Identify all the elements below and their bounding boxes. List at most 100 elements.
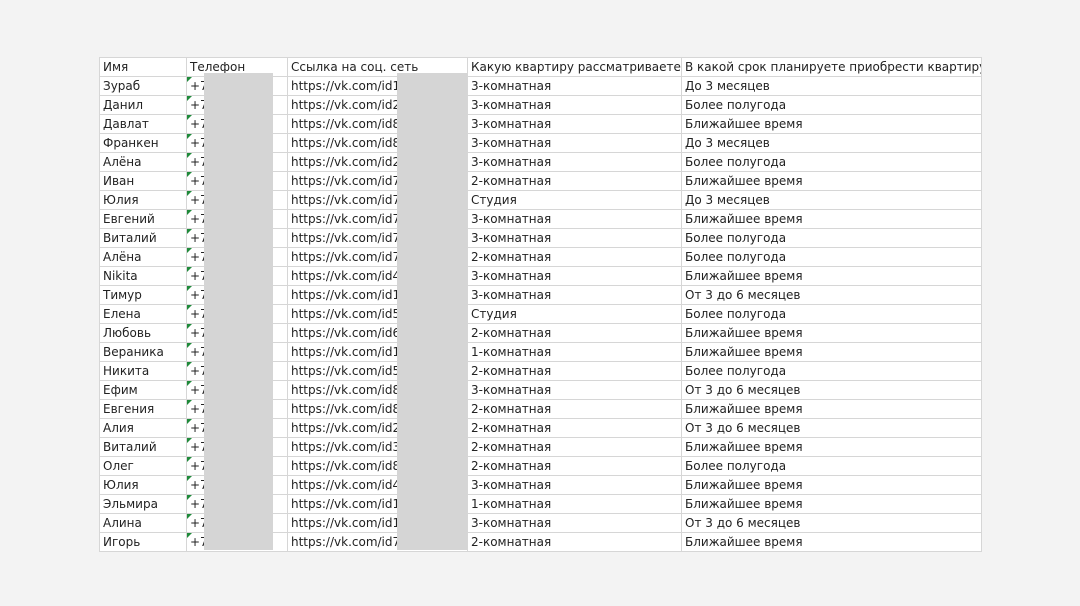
cell-apartment-type[interactable]: 2-комнатная bbox=[467, 418, 682, 438]
header-cell-name[interactable]: Имя bbox=[99, 57, 187, 77]
number-as-text-marker-icon bbox=[187, 476, 192, 481]
cell-apartment-type[interactable]: 3-комнатная bbox=[467, 133, 682, 153]
cell-apartment-type[interactable]: 3-комнатная bbox=[467, 513, 682, 533]
cell-apartment-type[interactable]: 3-комнатная bbox=[467, 380, 682, 400]
cell-purchase-timeframe[interactable]: Более полугода bbox=[681, 247, 982, 267]
cell-apartment-type[interactable]: 1-комнатная bbox=[467, 342, 682, 362]
cell-text: Елена bbox=[103, 307, 141, 321]
cell-name[interactable]: Виталий bbox=[99, 228, 187, 248]
cell-name[interactable]: Олег bbox=[99, 456, 187, 476]
cell-purchase-timeframe[interactable]: Ближайшее время bbox=[681, 342, 982, 362]
cell-purchase-timeframe[interactable]: Ближайшее время bbox=[681, 171, 982, 191]
cell-name[interactable]: Игорь bbox=[99, 532, 187, 552]
cell-name[interactable]: Юлия bbox=[99, 475, 187, 495]
cell-apartment-type[interactable]: 3-комнатная bbox=[467, 475, 682, 495]
cell-purchase-timeframe[interactable]: Более полугода bbox=[681, 152, 982, 172]
cell-text: Евгений bbox=[103, 212, 155, 226]
cell-purchase-timeframe[interactable]: От 3 до 6 месяцев bbox=[681, 513, 982, 533]
cell-apartment-type[interactable]: 2-комнатная bbox=[467, 399, 682, 419]
header-cell-purchase-timeframe[interactable]: В какой срок планируете приобрести кварт… bbox=[681, 57, 982, 77]
cell-name[interactable]: Зураб bbox=[99, 76, 187, 96]
cell-text: 3-комнатная bbox=[471, 269, 552, 283]
cell-name[interactable]: Елена bbox=[99, 304, 187, 324]
cell-text: От 3 до 6 месяцев bbox=[685, 516, 801, 530]
cell-apartment-type[interactable]: 3-комнатная bbox=[467, 285, 682, 305]
number-as-text-marker-icon bbox=[187, 77, 192, 82]
cell-name[interactable]: Вераника bbox=[99, 342, 187, 362]
cell-purchase-timeframe[interactable]: Ближайшее время bbox=[681, 494, 982, 514]
cell-name[interactable]: Алёна bbox=[99, 247, 187, 267]
number-as-text-marker-icon bbox=[187, 362, 192, 367]
cell-purchase-timeframe[interactable]: Более полугода bbox=[681, 361, 982, 381]
cell-purchase-timeframe[interactable]: Ближайшее время bbox=[681, 209, 982, 229]
cell-purchase-timeframe[interactable]: Ближайшее время bbox=[681, 437, 982, 457]
cell-text: https://vk.com/id7 bbox=[291, 193, 401, 207]
cell-name[interactable]: Никита bbox=[99, 361, 187, 381]
cell-purchase-timeframe[interactable]: Ближайшее время bbox=[681, 532, 982, 552]
cell-text: Алия bbox=[103, 421, 134, 435]
cell-purchase-timeframe[interactable]: Более полугода bbox=[681, 95, 982, 115]
cell-purchase-timeframe[interactable]: От 3 до 6 месяцев bbox=[681, 380, 982, 400]
cell-name[interactable]: Алия bbox=[99, 418, 187, 438]
cell-purchase-timeframe[interactable]: Более полугода bbox=[681, 304, 982, 324]
cell-apartment-type[interactable]: 3-комнатная bbox=[467, 266, 682, 286]
cell-name[interactable]: Евгения bbox=[99, 399, 187, 419]
cell-name[interactable]: Евгений bbox=[99, 209, 187, 229]
cell-name[interactable]: Ефим bbox=[99, 380, 187, 400]
cell-apartment-type[interactable]: 3-комнатная bbox=[467, 209, 682, 229]
cell-apartment-type[interactable]: 2-комнатная bbox=[467, 456, 682, 476]
cell-text: 3-комнатная bbox=[471, 383, 552, 397]
cell-name[interactable]: Любовь bbox=[99, 323, 187, 343]
cell-name[interactable]: Виталий bbox=[99, 437, 187, 457]
header-cell-apartment-type[interactable]: Какую квартиру рассматриваете? bbox=[467, 57, 682, 77]
cell-apartment-type[interactable]: 2-комнатная bbox=[467, 247, 682, 267]
cell-purchase-timeframe[interactable]: Ближайшее время bbox=[681, 475, 982, 495]
cell-name[interactable]: Алёна bbox=[99, 152, 187, 172]
cell-name[interactable]: Франкен bbox=[99, 133, 187, 153]
cell-purchase-timeframe[interactable]: От 3 до 6 месяцев bbox=[681, 418, 982, 438]
cell-purchase-timeframe[interactable]: До 3 месяцев bbox=[681, 190, 982, 210]
cell-purchase-timeframe[interactable]: Более полугода bbox=[681, 228, 982, 248]
cell-name[interactable]: Тимур bbox=[99, 285, 187, 305]
cell-apartment-type[interactable]: 2-комнатная bbox=[467, 323, 682, 343]
cell-apartment-type[interactable]: Студия bbox=[467, 190, 682, 210]
cell-name[interactable]: Иван bbox=[99, 171, 187, 191]
cell-purchase-timeframe[interactable]: Ближайшее время bbox=[681, 399, 982, 419]
cell-text: Ближайшее время bbox=[685, 535, 803, 549]
cell-name[interactable]: Алина bbox=[99, 513, 187, 533]
cell-apartment-type[interactable]: 2-комнатная bbox=[467, 532, 682, 552]
cell-apartment-type[interactable]: 2-комнатная bbox=[467, 171, 682, 191]
cell-apartment-type[interactable]: 3-комнатная bbox=[467, 114, 682, 134]
cell-name[interactable]: Nikita bbox=[99, 266, 187, 286]
cell-text: 2-комнатная bbox=[471, 174, 552, 188]
cell-apartment-type[interactable]: 2-комнатная bbox=[467, 437, 682, 457]
cell-purchase-timeframe[interactable]: До 3 месяцев bbox=[681, 133, 982, 153]
cell-text: 1-комнатная bbox=[471, 345, 552, 359]
cell-purchase-timeframe[interactable]: Более полугода bbox=[681, 456, 982, 476]
cell-name[interactable]: Давлат bbox=[99, 114, 187, 134]
cell-purchase-timeframe[interactable]: От 3 до 6 месяцев bbox=[681, 285, 982, 305]
cell-apartment-type[interactable]: 1-комнатная bbox=[467, 494, 682, 514]
cell-text: https://vk.com/id7 bbox=[291, 212, 401, 226]
cell-apartment-type[interactable]: 3-комнатная bbox=[467, 152, 682, 172]
cell-purchase-timeframe[interactable]: Ближайшее время bbox=[681, 114, 982, 134]
redaction-block-link bbox=[397, 73, 467, 550]
cell-text: 2-комнатная bbox=[471, 250, 552, 264]
cell-text: До 3 месяцев bbox=[685, 193, 770, 207]
cell-apartment-type[interactable]: 3-комнатная bbox=[467, 228, 682, 248]
cell-apartment-type[interactable]: 3-комнатная bbox=[467, 95, 682, 115]
cell-text: 2-комнатная bbox=[471, 459, 552, 473]
cell-apartment-type[interactable]: 3-комнатная bbox=[467, 76, 682, 96]
cell-purchase-timeframe[interactable]: Ближайшее время bbox=[681, 266, 982, 286]
cell-apartment-type[interactable]: 2-комнатная bbox=[467, 361, 682, 381]
cell-name[interactable]: Юлия bbox=[99, 190, 187, 210]
cell-name[interactable]: Эльмира bbox=[99, 494, 187, 514]
number-as-text-marker-icon bbox=[187, 286, 192, 291]
cell-apartment-type[interactable]: Студия bbox=[467, 304, 682, 324]
cell-name[interactable]: Данил bbox=[99, 95, 187, 115]
number-as-text-marker-icon bbox=[187, 267, 192, 272]
cell-text: Давлат bbox=[103, 117, 149, 131]
cell-text: От 3 до 6 месяцев bbox=[685, 288, 801, 302]
cell-purchase-timeframe[interactable]: Ближайшее время bbox=[681, 323, 982, 343]
cell-purchase-timeframe[interactable]: До 3 месяцев bbox=[681, 76, 982, 96]
